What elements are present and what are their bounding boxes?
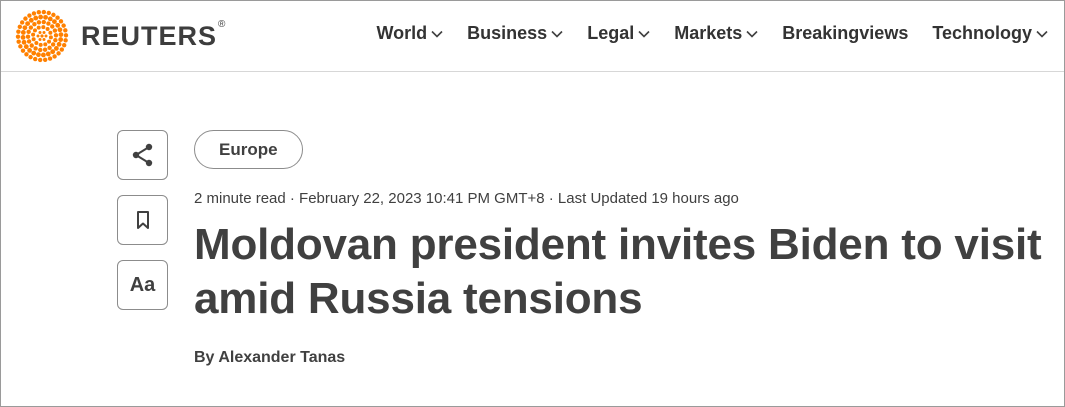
nav-item-markets[interactable]: Markets xyxy=(674,23,758,44)
article-headline: Moldovan president invites Biden to visi… xyxy=(194,220,1042,323)
nav-item-label: Legal xyxy=(587,23,635,43)
chevron-down-icon xyxy=(638,30,650,38)
nav-item-world[interactable]: World xyxy=(376,23,443,44)
nav-item-label: Markets xyxy=(674,23,743,43)
article-meta: 2 minute read · February 22, 2023 10:41 … xyxy=(194,190,739,207)
text-size-button[interactable]: Aa xyxy=(117,260,168,310)
main-nav: World Business Legal Markets Breakingvie… xyxy=(352,23,1048,44)
chevron-down-icon xyxy=(1036,30,1048,38)
nav-item-label: Technology xyxy=(932,23,1032,43)
nav-item-label: World xyxy=(376,23,428,43)
article-header: Europe 2 minute read · February 22, 2023… xyxy=(194,130,1044,367)
nav-item-label: Breakingviews xyxy=(782,23,909,43)
nav-item-business[interactable]: Business xyxy=(467,23,563,44)
share-button[interactable] xyxy=(117,130,168,180)
logo-registered-mark: ® xyxy=(218,18,226,30)
byline-prefix: By xyxy=(194,349,215,366)
byline: By Alexander Tanas xyxy=(194,349,1044,367)
nav-item-technology[interactable]: Technology xyxy=(932,23,1048,44)
reuters-logo-mark-icon xyxy=(15,9,69,63)
nav-item-label: Business xyxy=(467,23,548,43)
section-tag-europe[interactable]: Europe xyxy=(194,130,303,169)
site-header: REUTERS ® World Business Legal Markets Br… xyxy=(1,1,1064,72)
nav-item-breakingviews[interactable]: Breakingviews xyxy=(782,23,908,44)
reuters-logo[interactable]: REUTERS ® xyxy=(12,8,225,64)
chevron-down-icon xyxy=(746,30,758,38)
logo-wordmark: REUTERS xyxy=(81,20,218,51)
bookmark-button[interactable] xyxy=(117,195,168,245)
nav-item-legal[interactable]: Legal xyxy=(587,23,650,44)
bookmark-icon xyxy=(136,211,149,229)
chevron-down-icon xyxy=(431,30,443,38)
chevron-down-icon xyxy=(551,30,563,38)
text-size-label: Aa xyxy=(129,273,156,296)
share-icon xyxy=(132,143,152,167)
article-action-rail: Aa xyxy=(117,130,168,325)
author-link[interactable]: Alexander Tanas xyxy=(218,349,345,366)
